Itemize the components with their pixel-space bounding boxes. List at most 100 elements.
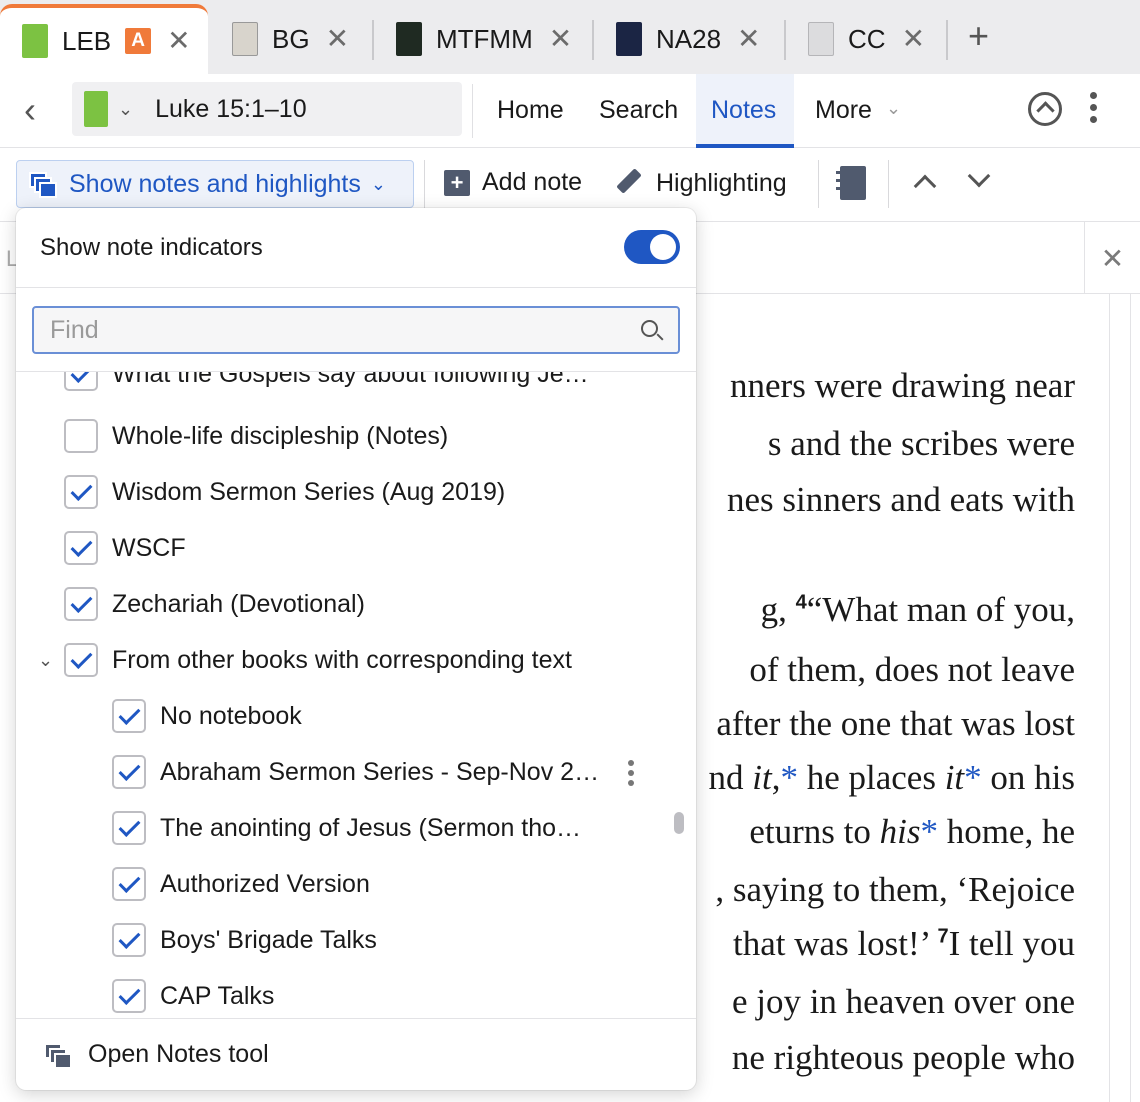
tab-cc[interactable]: CC ✕ — [808, 4, 925, 74]
toolbar-divider — [818, 160, 819, 208]
nav-notes[interactable]: Notes — [711, 96, 776, 125]
pane-divider — [1130, 294, 1131, 1102]
checkbox[interactable] — [112, 923, 146, 957]
highlighting-button[interactable]: Highlighting — [614, 168, 787, 198]
text-line: eturns to his* home, he — [749, 812, 1075, 851]
tab-divider — [946, 20, 948, 60]
text-line: that was lost!’ 7I tell you — [733, 924, 1075, 964]
close-icon[interactable]: ✕ — [549, 25, 572, 53]
chevron-down-icon[interactable]: ⌄ — [118, 99, 133, 120]
tab-bg[interactable]: BG ✕ — [232, 4, 349, 74]
new-tab-plus-icon[interactable]: + — [968, 18, 989, 54]
text-fragment: “What man of you, — [806, 590, 1075, 629]
kebab-menu-icon[interactable] — [1086, 92, 1100, 132]
tab-label: BG — [272, 23, 310, 54]
list-item[interactable]: CAP Talks — [16, 968, 676, 1018]
toolbar-divider — [888, 160, 889, 208]
list-item[interactable]: No notebook — [16, 688, 676, 744]
close-icon[interactable]: ✕ — [902, 25, 925, 53]
text-fragment: that was lost!’ — [733, 924, 938, 963]
show-notes-highlights-button[interactable]: Show notes and highlights ⌄ — [16, 160, 414, 208]
close-icon[interactable]: ✕ — [167, 27, 190, 55]
leb-book-icon — [22, 24, 48, 58]
text-line: g, 4“What man of you, — [761, 590, 1075, 630]
tab-label: NA28 — [656, 23, 722, 54]
reference-text[interactable]: Luke 15:1–10 — [155, 95, 307, 124]
previous-note-arrow-icon[interactable] — [913, 174, 937, 198]
verse-number[interactable]: 4 — [796, 591, 807, 613]
list-item[interactable]: The anointing of Jesus (Sermon tho… — [16, 800, 676, 856]
tab-label: MTFMM — [436, 23, 533, 54]
add-note-button[interactable]: + Add note — [444, 168, 582, 197]
find-placeholder: Find — [50, 316, 99, 344]
notes-highlights-dropdown: Show note indicators Find What the Gospe… — [16, 208, 696, 1090]
checkbox[interactable] — [112, 755, 146, 789]
tab-na28[interactable]: NA28 ✕ — [616, 4, 761, 74]
list-item[interactable]: Abraham Sermon Series - Sep-Nov 2… — [16, 744, 676, 800]
add-note-icon: + — [444, 169, 470, 196]
list-item[interactable]: Zechariah (Devotional) — [16, 576, 676, 632]
na28-book-icon — [616, 22, 642, 56]
list-item[interactable]: Boys' Brigade Talks — [16, 912, 676, 968]
show-note-indicators-label: Show note indicators — [40, 234, 263, 261]
reference-box[interactable]: ⌄ Luke 15:1–10 — [72, 82, 462, 136]
tab-mtfmm[interactable]: MTFMM ✕ — [396, 4, 572, 74]
text-line: ne righteous people who — [731, 1038, 1075, 1077]
list-item-label: WSCF — [112, 533, 186, 562]
checkbox[interactable] — [112, 699, 146, 733]
checkbox[interactable] — [64, 419, 98, 453]
tab-leb[interactable]: LEB A ✕ — [0, 4, 208, 74]
checkbox[interactable] — [64, 587, 98, 621]
scrollbar-thumb[interactable] — [674, 812, 684, 834]
checkbox[interactable] — [64, 372, 98, 391]
nav-home[interactable]: Home — [497, 96, 564, 125]
footnote-marker[interactable]: * — [780, 758, 798, 797]
close-icon[interactable]: ✕ — [737, 25, 760, 53]
chevron-down-icon[interactable]: ⌄ — [886, 98, 901, 119]
chevron-down-icon[interactable]: ⌄ — [38, 650, 53, 671]
tab-strip: LEB A ✕ BG ✕ MTFMM ✕ NA28 ✕ CC ✕ + — [0, 0, 1140, 74]
chevron-down-icon: ⌄ — [370, 173, 386, 194]
tab-label: LEB — [62, 25, 112, 56]
cc-book-icon — [808, 22, 834, 56]
nav-search[interactable]: Search — [599, 96, 678, 125]
open-notes-tool-button[interactable]: Open Notes tool — [16, 1018, 696, 1090]
list-item-label: No notebook — [160, 701, 302, 730]
notebook-list: What the Gospels say about following Je…… — [16, 372, 696, 1018]
nav-more[interactable]: More — [815, 96, 872, 125]
list-item[interactable]: WSCF — [16, 520, 676, 576]
highlighting-label: Highlighting — [656, 168, 787, 197]
checkbox[interactable] — [64, 531, 98, 565]
find-field[interactable]: Find — [32, 306, 680, 354]
list-item-label: From other books with corresponding text — [112, 645, 572, 674]
tab-label: CC — [848, 23, 886, 54]
list-item[interactable]: Authorized Version — [16, 856, 676, 912]
checkbox[interactable] — [64, 643, 98, 677]
text-line: , saying to them, ‘Rejoice — [715, 870, 1075, 909]
navigation-bar: ‹ ⌄ Luke 15:1–10 Home Search Notes More … — [0, 74, 1140, 148]
item-menu-icon[interactable] — [628, 760, 634, 786]
checkbox[interactable] — [64, 475, 98, 509]
list-item[interactable]: What the Gospels say about following Je… — [16, 372, 676, 402]
close-pane-icon[interactable]: ✕ — [1084, 222, 1140, 294]
footnote-marker[interactable]: * — [964, 758, 982, 797]
next-note-arrow-icon[interactable] — [967, 164, 991, 188]
footnote-marker[interactable]: * — [920, 812, 938, 851]
list-item[interactable]: Wisdom Sermon Series (Aug 2019) — [16, 464, 676, 520]
checkbox[interactable] — [112, 979, 146, 1013]
text-line: nes sinners and eats with — [727, 480, 1075, 519]
list-group-header[interactable]: ⌄ From other books with corresponding te… — [16, 632, 676, 688]
list-item-label: Authorized Version — [160, 869, 370, 898]
close-icon[interactable]: ✕ — [326, 25, 349, 53]
text-line: nd it,* he places it* on his — [708, 758, 1076, 797]
checkbox[interactable] — [112, 811, 146, 845]
back-chevron-icon[interactable]: ‹ — [24, 92, 36, 128]
show-note-indicators-toggle[interactable] — [624, 230, 680, 264]
tab-divider — [592, 20, 594, 60]
list-item[interactable]: Whole-life discipleship (Notes) — [16, 408, 676, 464]
verse-number[interactable]: 7 — [938, 925, 949, 947]
tab-divider — [784, 20, 786, 60]
collapse-up-icon[interactable] — [1028, 92, 1062, 126]
notebook-icon[interactable] — [836, 166, 866, 200]
checkbox[interactable] — [112, 867, 146, 901]
